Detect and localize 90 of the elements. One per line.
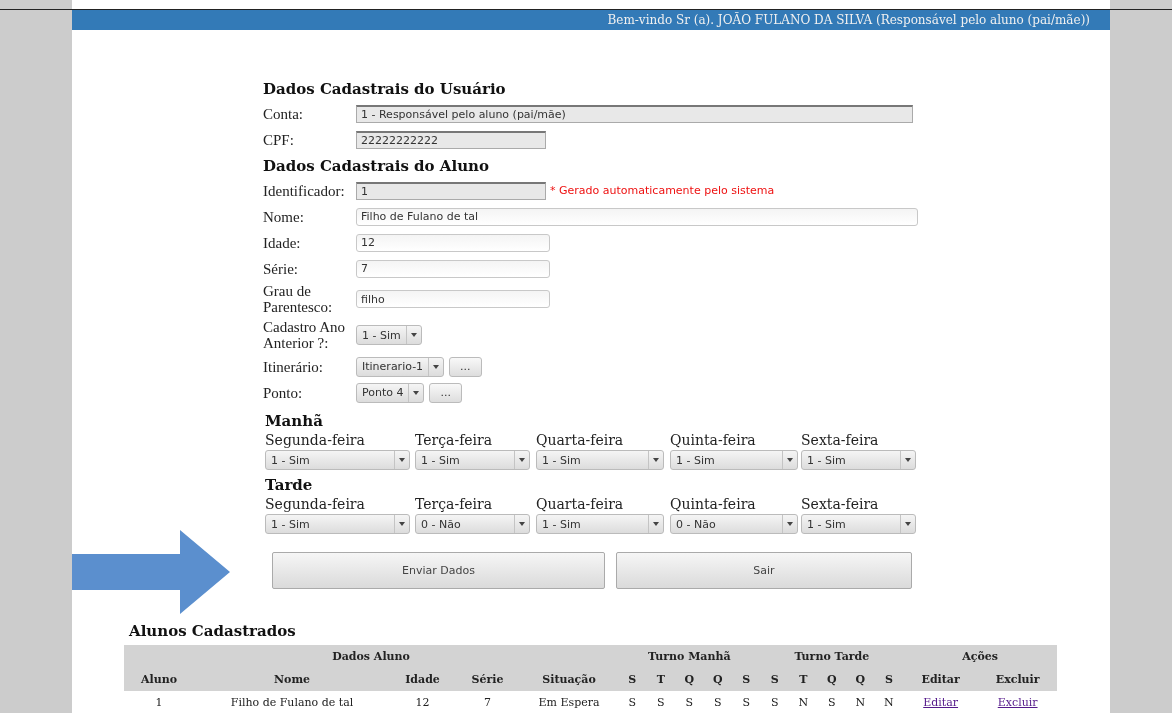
select-dropdown[interactable]: 1 - Sim: [415, 450, 530, 470]
field-label: Idade:: [263, 234, 302, 251]
input-field[interactable]: filho: [356, 290, 550, 308]
input-field[interactable]: 12: [356, 233, 550, 252]
table-cell: N: [846, 691, 875, 713]
table-cell: S: [703, 691, 733, 713]
column-header: Q: [817, 668, 847, 691]
submit-button[interactable]: Enviar Dados: [272, 552, 605, 589]
table-cell: 7: [455, 691, 520, 713]
field-label: Identificador:: [263, 182, 346, 199]
field-label: Cadastro Ano Anterior ?:: [263, 319, 347, 351]
more-button[interactable]: ...: [429, 382, 462, 403]
input-field[interactable]: 1 - Responsável pelo aluno (pai/mãe): [356, 104, 913, 123]
field-label: Série:: [263, 260, 299, 277]
table-cell: 1: [124, 691, 194, 713]
column-header: S: [874, 668, 904, 691]
table-cell: 12: [390, 691, 455, 713]
column-header: Q: [703, 668, 733, 691]
column-header: T: [646, 668, 676, 691]
select-dropdown[interactable]: 1 - Sim: [356, 325, 422, 345]
field-label: CPF:: [263, 131, 295, 148]
day-label: Terça-feira: [415, 431, 494, 450]
day-label: Sexta-feira: [801, 431, 880, 450]
shift-title: Manhã: [265, 412, 324, 430]
input-field[interactable]: 22222222222: [356, 130, 546, 149]
day-label: Quarta-feira: [536, 431, 625, 450]
column-header: S: [760, 668, 790, 691]
edit-link[interactable]: Editar: [923, 695, 959, 709]
select-dropdown[interactable]: 1 - Sim: [670, 450, 798, 470]
day-label: Quinta-feira: [670, 495, 757, 514]
column-header: Aluno: [124, 668, 194, 691]
more-button[interactable]: ...: [449, 356, 482, 377]
table-cell: N: [874, 691, 904, 713]
input-field[interactable]: 1: [356, 181, 546, 200]
table-cell: Filho de Fulano de tal: [194, 691, 390, 713]
field-label: Ponto:: [263, 384, 304, 401]
table-title: Alunos Cadastrados: [129, 622, 297, 640]
exit-button[interactable]: Sair: [616, 552, 912, 589]
column-header: Q: [846, 668, 875, 691]
shift-title: Tarde: [265, 476, 314, 494]
select-dropdown[interactable]: 1 - Sim: [536, 450, 664, 470]
column-header: T: [789, 668, 818, 691]
arrow-icon: [72, 530, 230, 614]
select-dropdown[interactable]: 1 - Sim: [265, 450, 410, 470]
field-label: Itinerário:: [263, 358, 324, 375]
input-field[interactable]: Filho de Fulano de tal: [356, 207, 918, 226]
select-dropdown[interactable]: 0 - Não: [415, 514, 530, 534]
column-header: Q: [675, 668, 704, 691]
section-title: Dados Cadastrais do Aluno: [263, 155, 490, 177]
day-label: Quarta-feira: [536, 495, 625, 514]
table-cell: S: [817, 691, 847, 713]
column-header: Nome: [194, 668, 390, 691]
group-header: Dados Aluno: [124, 645, 619, 668]
select-dropdown[interactable]: 1 - Sim: [265, 514, 410, 534]
table-cell: N: [789, 691, 818, 713]
column-header: Série: [455, 668, 520, 691]
column-header: Idade: [390, 668, 455, 691]
table-cell: S: [675, 691, 704, 713]
column-header: Editar: [903, 668, 979, 691]
day-label: Quinta-feira: [670, 431, 757, 450]
section-title: Dados Cadastrais do Usuário: [263, 78, 507, 100]
group-header: Turno Manhã: [618, 645, 761, 668]
input-field[interactable]: 7: [356, 259, 550, 278]
column-header: S: [732, 668, 761, 691]
column-header: Situação: [520, 668, 619, 691]
select-dropdown[interactable]: 0 - Não: [670, 514, 798, 534]
select-dropdown[interactable]: 1 - Sim: [801, 514, 916, 534]
field-label: Grau de Parentesco:: [263, 283, 334, 315]
day-label: Sexta-feira: [801, 495, 880, 514]
field-note: * Gerado automaticamente pelo sistema: [550, 184, 775, 197]
table-cell: S: [732, 691, 761, 713]
day-label: Segunda-feira: [265, 431, 366, 450]
group-header: Turno Tarde: [760, 645, 904, 668]
field-label: Conta:: [263, 105, 304, 122]
group-header: Ações: [903, 645, 1058, 668]
column-header: S: [618, 668, 647, 691]
table-cell: Em Espera: [520, 691, 619, 713]
column-header: Excluir: [978, 668, 1058, 691]
select-dropdown[interactable]: 1 - Sim: [801, 450, 916, 470]
table-cell: S: [618, 691, 647, 713]
day-label: Segunda-feira: [265, 495, 366, 514]
select-dropdown[interactable]: 1 - Sim: [536, 514, 664, 534]
welcome-text: Bem-vindo Sr (a). JOÃO FULANO DA SILVA (Responsável pelo aluno (pai/mãe)): [607, 13, 1090, 27]
table-cell: S: [646, 691, 676, 713]
day-label: Terça-feira: [415, 495, 494, 514]
field-label: Nome:: [263, 208, 305, 225]
select-dropdown[interactable]: Itinerario-1: [356, 356, 445, 377]
delete-link[interactable]: Excluir: [997, 695, 1038, 709]
select-dropdown[interactable]: Ponto 4: [356, 382, 425, 403]
table-cell: S: [760, 691, 790, 713]
